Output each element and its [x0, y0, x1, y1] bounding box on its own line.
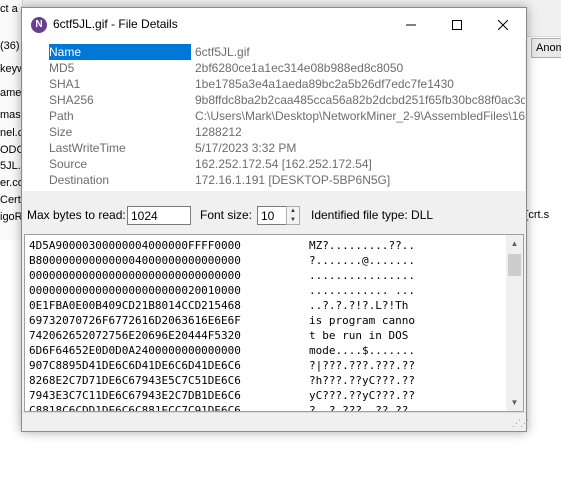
property-row[interactable]: Path C:\Users\Mark\Desktop\NetworkMiner_2… — [23, 108, 525, 124]
background-row: keyw — [0, 63, 21, 75]
hex-bytes: 00000000000000000000000000000000 — [29, 269, 241, 282]
property-row[interactable]: Source 162.252.172.54 [162.252.172.54] — [23, 156, 525, 172]
hex-bytes: 7943E3C7C11DE6C67943E2C7DB1DE6C6 — [29, 389, 241, 402]
property-value: 2bf6280ce1a1ec314e08b988ed8c8050 — [195, 61, 404, 75]
background-row: er.co — [0, 177, 21, 189]
property-name: SHA256 — [49, 93, 94, 107]
hex-bytes: 6D6F64652E0D0D0A2400000000000000 — [29, 344, 241, 357]
background-row: ODC — [0, 144, 21, 156]
anom-button[interactable]: Anom — [531, 38, 561, 58]
property-name: LastWriteTime — [49, 141, 126, 155]
hex-ascii: t be run in DOS — [309, 329, 415, 342]
hex-bytes: C8818C6CDD1DE6C6C881ECC7C91DE6C6 — [29, 404, 241, 412]
background-row: maste — [0, 109, 21, 121]
title-bar[interactable]: N 6ctf5JL.gif - File Details — [22, 8, 526, 41]
font-size-label: Font size: — [200, 208, 253, 222]
scroll-down-icon[interactable]: ▼ — [506, 394, 523, 411]
property-name: Destination — [49, 173, 110, 187]
scroll-up-icon[interactable]: ▲ — [506, 235, 523, 252]
property-name: Source — [49, 157, 88, 171]
hex-ascii: ............ ... — [309, 284, 415, 297]
vertical-scrollbar[interactable]: ▲ ▼ — [506, 235, 523, 411]
background-row: ame — [0, 87, 21, 99]
hex-bytes: 4D5A90000300000004000000FFFF0000 — [29, 239, 241, 252]
font-size-spinner[interactable]: ▲ ▼ — [286, 206, 300, 225]
networkminer-icon: N — [31, 17, 47, 33]
property-name: SHA1 — [49, 77, 81, 91]
hex-viewer[interactable]: 4D5A90000300000004000000FFFF0000 MZ?.....… — [24, 234, 524, 412]
property-name: Name — [49, 44, 191, 60]
background-row: Cert T — [0, 194, 21, 206]
property-value: 1be1785a3e4a1aeda89bc2a5b26df7edc7fe1430 — [195, 77, 454, 91]
scrollbar-thumb[interactable] — [508, 254, 521, 276]
property-name: Size — [49, 125, 73, 139]
hex-ascii: ?..?.???..??.??. — [309, 404, 415, 412]
property-value: 5/17/2023 3:32 PM — [195, 141, 297, 155]
spin-up-icon[interactable]: ▲ — [287, 207, 299, 215]
property-row[interactable]: LastWriteTime 5/17/2023 3:32 PM — [23, 140, 525, 156]
background-row: 5JL.g — [0, 160, 21, 172]
hex-bytes: 0E1FBA0E00B409CD21B8014CCD215468 — [29, 299, 241, 312]
hex-bytes: 69732070726F6772616D2063616E6E6F — [29, 314, 241, 327]
status-bar: ⋰⋰ — [22, 412, 529, 431]
hex-ascii: yC???.??yC???.?? — [309, 389, 415, 402]
hex-ascii: ................ — [309, 269, 415, 282]
property-row[interactable]: SHA1 1be1785a3e4a1aeda89bc2a5b26df7edc7fe… — [23, 76, 525, 92]
property-row[interactable]: Size 1288212 — [23, 124, 525, 140]
maximize-button[interactable] — [434, 8, 480, 41]
max-bytes-input[interactable]: 1024 — [127, 206, 191, 225]
controls-row: Max bytes to read: 1024 Font size: 10 ▲ … — [22, 204, 526, 232]
close-icon — [498, 19, 508, 30]
background-row: (36) — [0, 40, 20, 52]
property-row[interactable]: Name 6ctf5JL.gif — [23, 44, 525, 60]
property-value: 6ctf5JL.gif — [195, 45, 250, 59]
close-button[interactable] — [480, 8, 526, 41]
hex-bytes: B8000000000000004000000000000000 — [29, 254, 241, 267]
minimize-icon — [406, 24, 416, 25]
minimize-button[interactable] — [388, 8, 434, 41]
hex-ascii: ?|???.???.???.?? — [309, 359, 415, 372]
font-size-input[interactable]: 10 — [257, 206, 287, 225]
hex-ascii: is program canno — [309, 314, 415, 327]
property-value: 9b8ffdc8ba2b2caa485cca56a82b2dcbd251f65f… — [195, 93, 525, 107]
hex-ascii: ..?.?.?!?.L?!Th — [309, 299, 409, 312]
property-name: MD5 — [49, 61, 75, 75]
property-row[interactable]: Destination 172.16.1.191 [DESKTOP-5BP6N5G… — [23, 172, 525, 188]
property-row[interactable]: SHA256 9b8ffdc8ba2b2caa485cca56a82b2dcbd2… — [23, 92, 525, 108]
background-row: nel.co — [0, 127, 21, 139]
resize-grip-icon[interactable]: ⋰⋰ — [512, 417, 529, 429]
hex-bytes: 8268E2C7D71DE6C67943E5C7C51DE6C6 — [29, 374, 241, 387]
max-bytes-label: Max bytes to read: — [27, 208, 126, 222]
hex-ascii: MZ?.........??.. — [309, 239, 415, 252]
property-value: 162.252.172.54 [162.252.172.54] — [195, 157, 372, 171]
property-row[interactable]: MD5 2bf6280ce1a1ec314e08b988ed8c8050 — [23, 60, 525, 76]
window-title: 6ctf5JL.gif - File Details — [53, 17, 178, 31]
spin-down-icon[interactable]: ▼ — [287, 216, 299, 224]
hex-ascii: ?h???.??yC???.?? — [309, 374, 415, 387]
hex-bytes: 00000000000000000000000020010000 — [29, 284, 241, 297]
property-value: 1288212 — [195, 125, 242, 139]
hex-bytes: 742062652072756E20696E20444F5320 — [29, 329, 241, 342]
hex-ascii: mode....$....... — [309, 344, 415, 357]
property-value: C:\Users\Mark\Desktop\NetworkMiner_2-9\A… — [195, 109, 525, 123]
property-name: Path — [49, 109, 74, 123]
property-value: 172.16.1.191 [DESKTOP-5BP6N5G] — [195, 173, 391, 187]
hex-bytes: 907C8895D41DE6C6D41DE6C6D41DE6C6 — [29, 359, 241, 372]
property-grid[interactable]: Name 6ctf5JL.gif MD5 2bf6280ce1a1ec314e08b9… — [23, 41, 525, 191]
file-details-window: N 6ctf5JL.gif - File Details Name 6ctf5JL… — [21, 7, 529, 432]
hex-ascii: ?.......@....... — [309, 254, 415, 267]
file-type-label: Identified file type: DLL — [311, 208, 434, 222]
background-row: igoR — [0, 211, 21, 223]
background-row: ct a n — [0, 3, 21, 15]
maximize-icon — [452, 19, 462, 30]
